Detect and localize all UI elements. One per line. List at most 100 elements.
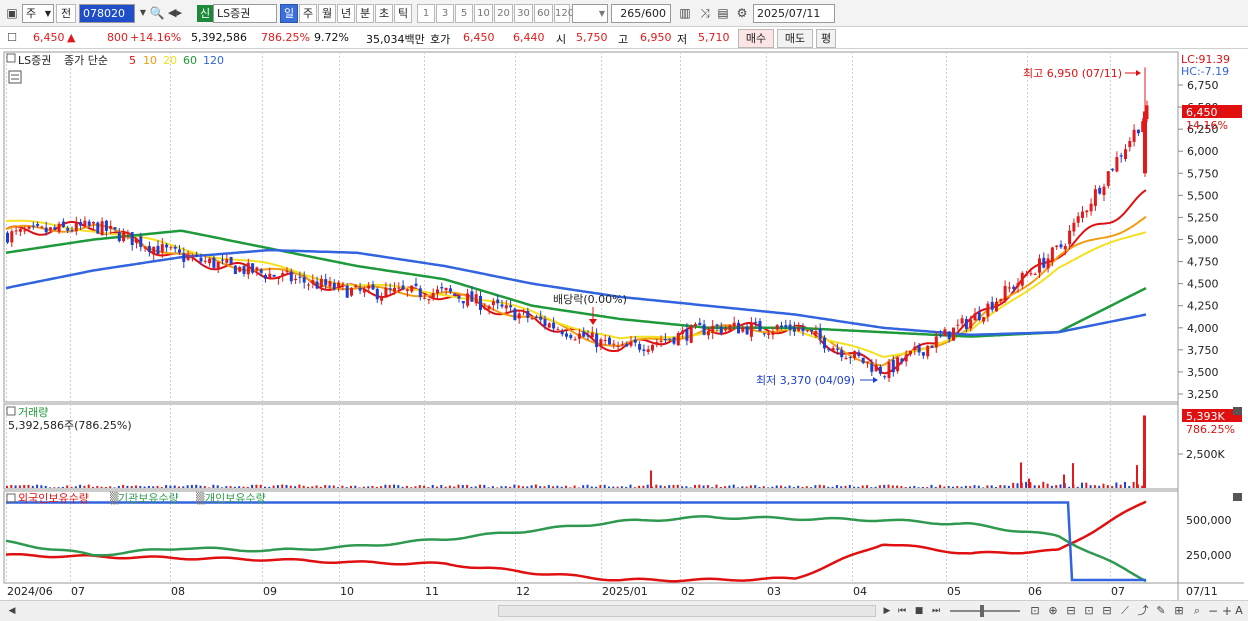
candle-body (857, 352, 861, 357)
volume-bar (31, 485, 34, 488)
volume-bar (199, 485, 202, 488)
volume-bar (1046, 483, 1049, 488)
candle-body (444, 287, 448, 291)
candle-body (930, 345, 934, 348)
candle-body (960, 318, 964, 324)
font-size-icon[interactable]: A (1230, 602, 1248, 620)
panel-checkbox-icon[interactable] (6, 53, 16, 63)
candle-body (1046, 258, 1050, 269)
volume-bar (160, 487, 163, 488)
crosshair-icon[interactable]: ⊕ (1044, 602, 1062, 620)
candle-body (165, 244, 169, 248)
candle-body (341, 283, 345, 285)
volume-bar (418, 485, 421, 488)
tool-icon[interactable]: ⊡ (1080, 602, 1098, 620)
volume-bar (10, 485, 13, 488)
volume-bar (681, 486, 684, 488)
volume-bar (934, 486, 937, 488)
volume-bar (337, 487, 340, 488)
candle-body (964, 319, 968, 329)
scroll-thumb[interactable] (498, 605, 876, 617)
volume-bar (797, 485, 800, 488)
candle-body (762, 333, 766, 335)
volume-bar (1016, 483, 1019, 488)
high-annotation: 최고 6,950 (07/11) (1023, 67, 1122, 80)
volume-bar (534, 484, 537, 488)
candle-body (169, 247, 173, 249)
panel-checkbox-icon[interactable] (6, 493, 16, 503)
volume-bar (1124, 481, 1126, 488)
volume-bar (788, 485, 791, 488)
candle-body (947, 331, 951, 340)
candle-body (233, 265, 237, 275)
scroll-left-icon[interactable]: ◀ (3, 602, 21, 620)
close-icon[interactable] (1233, 407, 1242, 415)
volume-bar (749, 485, 752, 488)
panel-checkbox-icon[interactable] (6, 406, 16, 416)
candle-body (401, 285, 405, 290)
tool-icon[interactable]: ⊡ (1026, 602, 1044, 620)
candle-body (913, 346, 917, 351)
volume-bar (483, 484, 486, 488)
volume-bar (921, 486, 924, 488)
candle-body (792, 327, 796, 332)
volume-bar (126, 485, 129, 488)
x-axis-label: 2024/06 (7, 585, 53, 598)
window-icon[interactable]: ⊟ (1062, 602, 1080, 620)
candle-body (775, 325, 779, 330)
candle-body (1007, 287, 1011, 289)
pencil-icon[interactable]: ✎ (1152, 602, 1170, 620)
trend-icon[interactable]: ⤴ (1134, 602, 1152, 620)
volume-bar (685, 486, 688, 488)
zoom-slider-handle[interactable] (980, 605, 984, 617)
x-axis-label: 11 (425, 585, 439, 598)
candle-body (805, 330, 809, 332)
stock-chart[interactable]: LS증권 종가 단순 5 10 20 60 120 LC:91.39 HC:-7… (0, 0, 1248, 621)
volume-bar (393, 484, 395, 488)
close-icon[interactable] (1233, 493, 1242, 501)
candle-body (801, 328, 805, 332)
volume-bar (702, 485, 705, 488)
volume-bar (1119, 484, 1122, 488)
volume-bar (939, 484, 942, 488)
volume-bar (27, 484, 30, 488)
candle-body (113, 227, 117, 230)
line-tool-icon[interactable]: ⟋ (1116, 602, 1134, 620)
candle-body (582, 331, 586, 337)
holdings-y-tick-250k: 250,000 (1186, 549, 1232, 562)
volume-bar (969, 486, 972, 488)
candle-body (427, 299, 431, 301)
volume-bar (956, 486, 959, 488)
rewind-icon[interactable]: ⏮ (893, 602, 911, 620)
candle-body (629, 341, 633, 346)
candle-body (229, 257, 233, 264)
candle-body (87, 221, 91, 226)
scroll-bar[interactable]: ◀ ▶ ⏮ ■ ⏭ ⊡ ⊕ ⊟ ⊡ ⊟ ⟋ ⤴ ✎ ⊞ ⌕ − + A (0, 600, 1248, 621)
candle-body (956, 324, 960, 326)
stop-icon[interactable]: ■ (910, 602, 928, 620)
candle-body (375, 288, 379, 300)
candle-body (496, 299, 500, 304)
candle-body (307, 284, 310, 286)
volume-bar (706, 485, 709, 488)
candle-body (780, 325, 783, 328)
calculator-icon[interactable] (8, 70, 22, 84)
window-icon[interactable]: ⊟ (1098, 602, 1116, 620)
price-tick-label: 3,750 (1187, 344, 1219, 357)
candle-body (130, 232, 134, 246)
volume-bar (827, 486, 830, 488)
volume-bar (238, 486, 241, 488)
fast-forward-icon[interactable]: ⏭ (927, 602, 945, 620)
candle-body (431, 292, 435, 298)
candle-body (479, 295, 482, 310)
volume-bar (694, 484, 696, 488)
volume-bar (724, 486, 727, 488)
volume-bar (655, 484, 658, 488)
volume-tag-pct: 786.25% (1186, 423, 1235, 436)
grid-icon[interactable]: ⊞ (1170, 602, 1188, 620)
zoom-slider[interactable] (950, 610, 1020, 612)
volume-bar (775, 485, 778, 488)
candle-body (638, 344, 642, 350)
hc-label: HC:-7.19 (1181, 65, 1229, 78)
candle-body (1119, 155, 1123, 157)
